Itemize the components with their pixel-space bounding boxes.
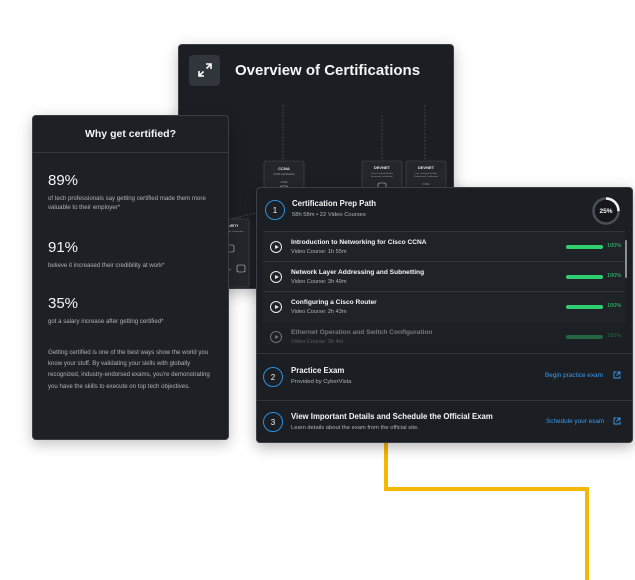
course-meta: Video Course: 3h 49m [291, 279, 347, 285]
svg-text:DEVNET: DEVNET [374, 165, 391, 170]
course-progress-bar [566, 335, 603, 339]
svg-text:Cisco Certified DevNet: Cisco Certified DevNet [371, 172, 394, 175]
svg-text:CORE: CORE [423, 183, 430, 186]
play-icon[interactable] [270, 331, 282, 343]
step-number: 2 [263, 367, 283, 387]
course-title: Ethernet Operation and Switch Configurat… [291, 329, 433, 336]
stat-description: believe it increased their credibility a… [48, 262, 165, 269]
stat-description: of tech professionals say getting certif… [48, 195, 206, 211]
svg-text:CORE: CORE [281, 181, 288, 184]
course-meta: Video Course: 1h 55m [291, 249, 347, 255]
course-row[interactable]: Configuring a Cisco Router Video Course:… [263, 291, 625, 321]
course-row[interactable]: Ethernet Operation and Switch Configurat… [263, 321, 625, 347]
divider [257, 353, 632, 354]
expand-button[interactable] [189, 54, 220, 86]
stat-value: 89% [48, 172, 79, 189]
step-title: Practice Exam [291, 366, 345, 375]
svg-text:Associate Certification: Associate Certification [371, 175, 393, 178]
step-number: 1 [265, 200, 285, 220]
why-paragraph: Getting certified is one of the best way… [48, 349, 210, 390]
external-link-icon[interactable] [613, 371, 621, 379]
external-link-icon[interactable] [613, 417, 621, 425]
step-subtitle: Learn details about the exam from the of… [291, 425, 419, 431]
course-title: Network Layer Addressing and Subnetting [291, 269, 425, 276]
play-icon[interactable] [270, 271, 282, 283]
course-row[interactable]: Network Layer Addressing and Subnetting … [263, 261, 625, 291]
course-title: Configuring a Cisco Router [291, 299, 377, 306]
play-icon[interactable] [270, 241, 282, 253]
why-title: Why get certified? [33, 116, 228, 153]
expand-icon [197, 63, 212, 77]
play-icon[interactable] [270, 301, 282, 313]
prep-path-card: 1 Certification Prep Path 58h 58m • 22 V… [256, 187, 633, 443]
course-progress-bar [566, 305, 603, 309]
course-progress-bar [566, 245, 603, 249]
step-title[interactable]: Certification Prep Path [292, 199, 376, 208]
schedule-exam-link[interactable]: Schedule your exam [546, 418, 604, 425]
course-progress-percent: 100% [607, 243, 622, 249]
course-progress-bar [566, 275, 603, 279]
course-progress-percent: 100% [607, 303, 622, 309]
scrollbar[interactable] [625, 240, 627, 278]
course-row[interactable]: Introduction to Networking for Cisco CCN… [263, 231, 625, 261]
stat-value: 91% [48, 239, 79, 256]
overview-header: Overview of Certifications [179, 45, 453, 95]
why-certified-card: Why get certified? 89% of tech professio… [32, 115, 229, 440]
begin-practice-exam-link[interactable]: Begin practice exam [545, 372, 603, 379]
ccna-label: CCNA [278, 166, 290, 171]
step-title: View Important Details and Schedule the … [291, 412, 493, 421]
divider [257, 400, 632, 401]
course-title: Introduction to Networking for Cisco CCN… [291, 239, 427, 246]
svg-text:Professional Certification: Professional Certification [414, 175, 439, 178]
svg-text:CCNA Certification: CCNA Certification [273, 172, 295, 176]
course-meta: Video Course: 3h 4m [291, 339, 344, 345]
stat-value: 35% [48, 295, 79, 312]
svg-text:Cisco Certified DevNet: Cisco Certified DevNet [415, 172, 438, 175]
progress-percent: 25% [599, 207, 613, 215]
overview-title: Overview of Certifications [235, 61, 421, 79]
stat-description: got a salary increase after getting cert… [48, 318, 164, 325]
step-subtitle: Provided by CyberVista [291, 379, 352, 385]
step-number: 3 [263, 412, 283, 432]
course-progress-percent: 100% [607, 333, 622, 339]
svg-text:DEVNET: DEVNET [418, 165, 435, 170]
course-meta: Video Course: 2h 43m [291, 309, 347, 315]
step-subtitle: 58h 58m • 22 Video Courses [292, 212, 366, 218]
course-progress-percent: 100% [607, 273, 622, 279]
